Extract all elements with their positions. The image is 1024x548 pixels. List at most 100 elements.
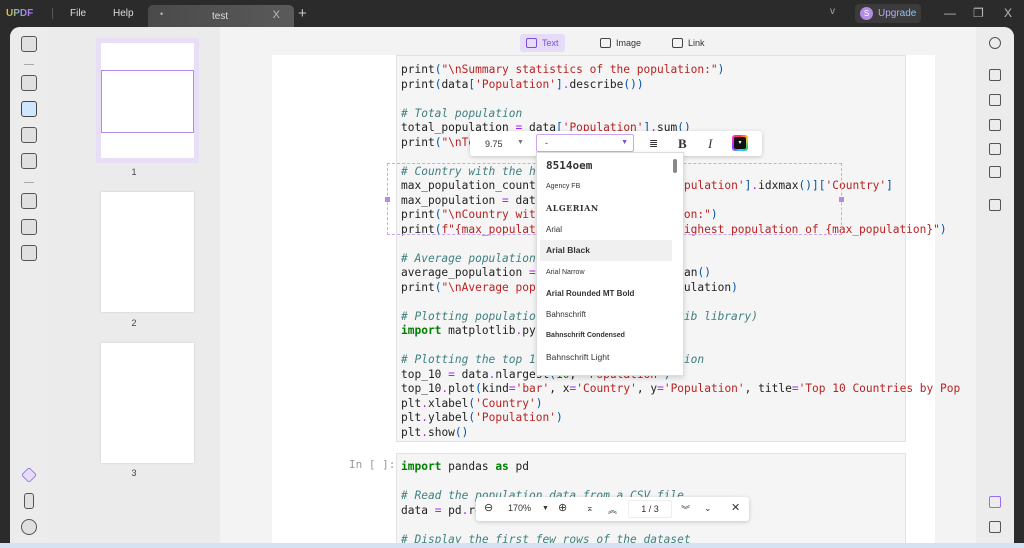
search-icon[interactable] — [989, 37, 1001, 49]
save-icon[interactable] — [989, 199, 1001, 211]
document-tab[interactable]: • test X — [148, 5, 294, 27]
scrollbar[interactable] — [673, 159, 677, 173]
font-option[interactable]: Arial Black — [540, 240, 672, 261]
font-option[interactable]: Bahnschrift Condensed — [540, 325, 672, 346]
font-option[interactable]: ALGERIAN — [540, 198, 672, 219]
tools-icon[interactable] — [21, 245, 37, 261]
menu-help[interactable]: Help — [113, 8, 134, 19]
menu-file[interactable]: File — [70, 8, 86, 19]
link-icon — [672, 38, 683, 48]
add-text-tool[interactable]: Text — [520, 34, 565, 52]
close-tab-icon[interactable]: X — [273, 9, 280, 21]
resize-handle[interactable] — [839, 197, 844, 202]
italic-button[interactable]: I — [708, 136, 712, 152]
convert-icon[interactable] — [989, 94, 1001, 106]
page-input[interactable]: 1 / 3 — [628, 500, 672, 518]
attachment-icon[interactable] — [21, 519, 37, 535]
zoom-in-icon[interactable]: ⊕ — [558, 501, 567, 514]
tab-title: test — [212, 11, 228, 22]
upgrade-button[interactable]: S Upgrade — [855, 4, 921, 23]
crop-icon[interactable] — [21, 219, 37, 235]
code-line[interactable]: plt.show() — [401, 426, 960, 441]
font-option[interactable]: Arial Rounded MT Bold — [540, 283, 672, 304]
page-number: 1 — [48, 167, 220, 177]
chevron-down-icon[interactable]: ▼ — [517, 139, 524, 146]
add-image-tool[interactable]: Image — [594, 34, 647, 52]
previous-page-icon[interactable]: ︽ — [608, 503, 617, 516]
code-line[interactable]: print(data['Population'].describe()) — [401, 78, 960, 93]
color-picker-button[interactable]: ▾ — [732, 135, 748, 151]
ai-assistant-icon[interactable] — [989, 496, 1001, 508]
divider — [24, 64, 34, 65]
form-icon[interactable] — [21, 127, 37, 143]
image-icon — [600, 38, 611, 48]
align-icon[interactable]: ≣ — [649, 137, 658, 150]
viewport-indicator[interactable] — [101, 70, 194, 133]
font-family-select[interactable]: -▼ — [536, 134, 634, 152]
protect-icon[interactable] — [989, 119, 1001, 131]
font-option[interactable]: Agency FB — [540, 176, 672, 197]
restore-button[interactable]: ❐ — [973, 6, 984, 20]
upgrade-label: Upgrade — [878, 8, 916, 19]
chevron-down-icon: ▾ — [734, 137, 746, 149]
comment-icon[interactable] — [989, 521, 1001, 533]
resize-handle[interactable] — [385, 197, 390, 202]
code-line[interactable]: # Total population — [401, 107, 960, 122]
zoom-toolbar: ⊖ 170% ▼ ⊕ ⌅ ︽ 1 / 3 ︾ ⌄ ✕ — [476, 497, 749, 521]
link-tool-label: Link — [688, 38, 705, 48]
page-thumbnail-2[interactable] — [101, 192, 194, 312]
divider — [52, 8, 53, 19]
add-link-tool[interactable]: Link — [666, 34, 711, 52]
code-line[interactable]: plt.ylabel('Population') — [401, 411, 960, 426]
app-window: 1 2 3 Text Image Link print("\nSummary s… — [10, 27, 1014, 548]
organize-pages-icon[interactable] — [21, 193, 37, 209]
first-page-icon[interactable]: ⌅ — [586, 503, 594, 514]
chevron-down-icon: ▼ — [621, 139, 628, 146]
page-thumbnail-1[interactable] — [101, 43, 194, 158]
bookmark-icon[interactable] — [24, 493, 34, 509]
zoom-out-icon[interactable]: ⊖ — [484, 501, 493, 514]
font-option[interactable]: Arial Narrow — [540, 262, 672, 283]
zoom-level-select[interactable]: 170% — [508, 503, 531, 513]
text-tool-label: Text — [542, 38, 559, 48]
font-family-value: - — [545, 138, 548, 148]
email-icon[interactable] — [989, 166, 1001, 178]
font-option[interactable]: Bahnschrift Light — [540, 347, 672, 368]
page-number: 2 — [48, 318, 220, 328]
code-line[interactable] — [401, 475, 691, 490]
close-window-button[interactable]: X — [1004, 6, 1012, 20]
last-page-icon[interactable]: ⌄ — [704, 503, 712, 514]
code-line[interactable] — [401, 92, 960, 107]
next-page-icon[interactable]: ︾ — [681, 503, 690, 516]
bold-button[interactable]: B — [678, 136, 687, 152]
updf-logo: UPDF — [6, 8, 33, 19]
font-option[interactable]: 8514oem — [540, 155, 672, 176]
thumbnail-panel: 1 2 3 — [48, 27, 220, 548]
share-icon[interactable] — [989, 143, 1001, 155]
sign-icon[interactable] — [21, 153, 37, 169]
image-tool-label: Image — [616, 38, 641, 48]
highlighter-icon[interactable] — [21, 75, 37, 91]
new-tab-button[interactable]: + — [298, 5, 307, 22]
code-line[interactable]: print("\nSummary statistics of the popul… — [401, 63, 960, 78]
close-icon[interactable]: ✕ — [731, 501, 740, 514]
minimize-button[interactable]: — — [944, 6, 956, 20]
cell-prompt: In [ ]: — [349, 458, 395, 471]
edit-pdf-icon[interactable] — [21, 101, 37, 117]
page-thumbnail-3[interactable] — [101, 343, 194, 463]
font-option[interactable]: Bahnschrift — [540, 304, 672, 325]
code-line[interactable]: plt.xlabel('Country') — [401, 397, 960, 412]
chevron-down-icon[interactable]: v — [830, 6, 835, 17]
reader-icon[interactable] — [21, 36, 37, 52]
ocr-icon[interactable] — [989, 69, 1001, 81]
left-tool-rail — [10, 27, 48, 548]
chevron-down-icon[interactable]: ▼ — [542, 505, 549, 512]
font-family-dropdown: 8514oemAgency FBALGERIANArialArial Black… — [536, 152, 684, 376]
font-size-select[interactable]: 9.75 — [485, 139, 503, 149]
font-option[interactable]: Arial — [540, 219, 672, 240]
code-line[interactable]: import pandas as pd — [401, 460, 691, 475]
avatar: S — [860, 7, 873, 20]
right-tool-rail — [976, 27, 1014, 548]
layers-icon[interactable] — [21, 467, 37, 483]
code-line[interactable]: top_10.plot(kind='bar', x='Country', y='… — [401, 382, 960, 397]
